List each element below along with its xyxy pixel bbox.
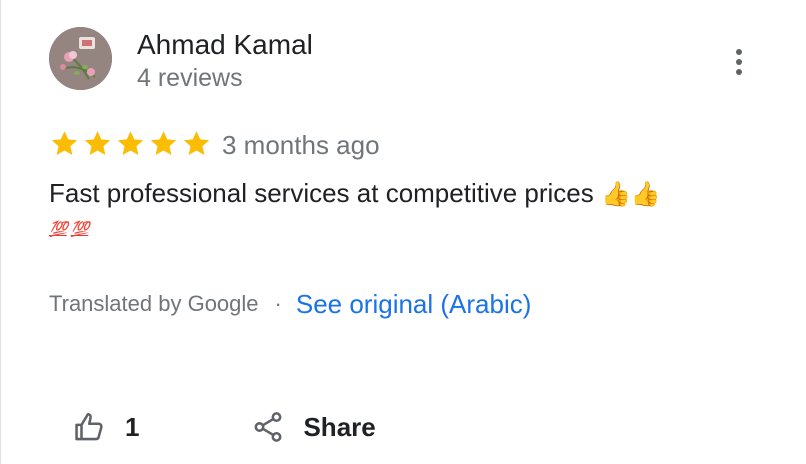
review-card: Ahmad Kamal 4 reviews 3 months ago Fast …	[0, 0, 806, 464]
review-emoji-line: 💯 💯	[49, 218, 90, 240]
review-time: 3 months ago	[222, 130, 380, 160]
author-name[interactable]: Ahmad Kamal	[137, 28, 313, 62]
like-button[interactable]: 1	[73, 410, 139, 444]
separator-dot: ·	[274, 291, 282, 316]
hundred-points-emoji: 💯	[70, 220, 90, 238]
translation-info: Translated by Google · See original (Ara…	[49, 286, 531, 322]
star-icon	[84, 131, 111, 155]
thumb-up-icon	[75, 412, 103, 441]
more-vert-icon	[736, 49, 742, 55]
like-count: 1	[125, 411, 140, 442]
share-label: Share	[303, 411, 376, 442]
thumbs-up-emoji: 👍👍	[601, 180, 661, 208]
star-icon	[150, 131, 177, 155]
star-rating	[49, 128, 212, 159]
more-vert-icon-dot	[736, 69, 742, 75]
review-text: Fast professional services at competitiv…	[49, 174, 749, 213]
star-icon	[51, 131, 78, 155]
avatar[interactable]	[49, 27, 112, 90]
translated-by-label: Translated by Google	[49, 291, 259, 316]
more-vert-icon-dot	[736, 59, 742, 65]
author-review-count[interactable]: 4 reviews	[137, 63, 243, 93]
star-icon	[183, 131, 210, 155]
review-body: Fast professional services at competitiv…	[49, 178, 594, 208]
share-icon	[255, 412, 282, 442]
star-icon	[117, 131, 144, 155]
see-original-link[interactable]: See original (Arabic)	[296, 289, 532, 320]
hundred-points-emoji: 💯	[49, 220, 68, 238]
share-button[interactable]: Share	[251, 410, 376, 444]
more-options-button[interactable]	[723, 44, 755, 80]
review-actions: 1 Share	[73, 405, 376, 449]
